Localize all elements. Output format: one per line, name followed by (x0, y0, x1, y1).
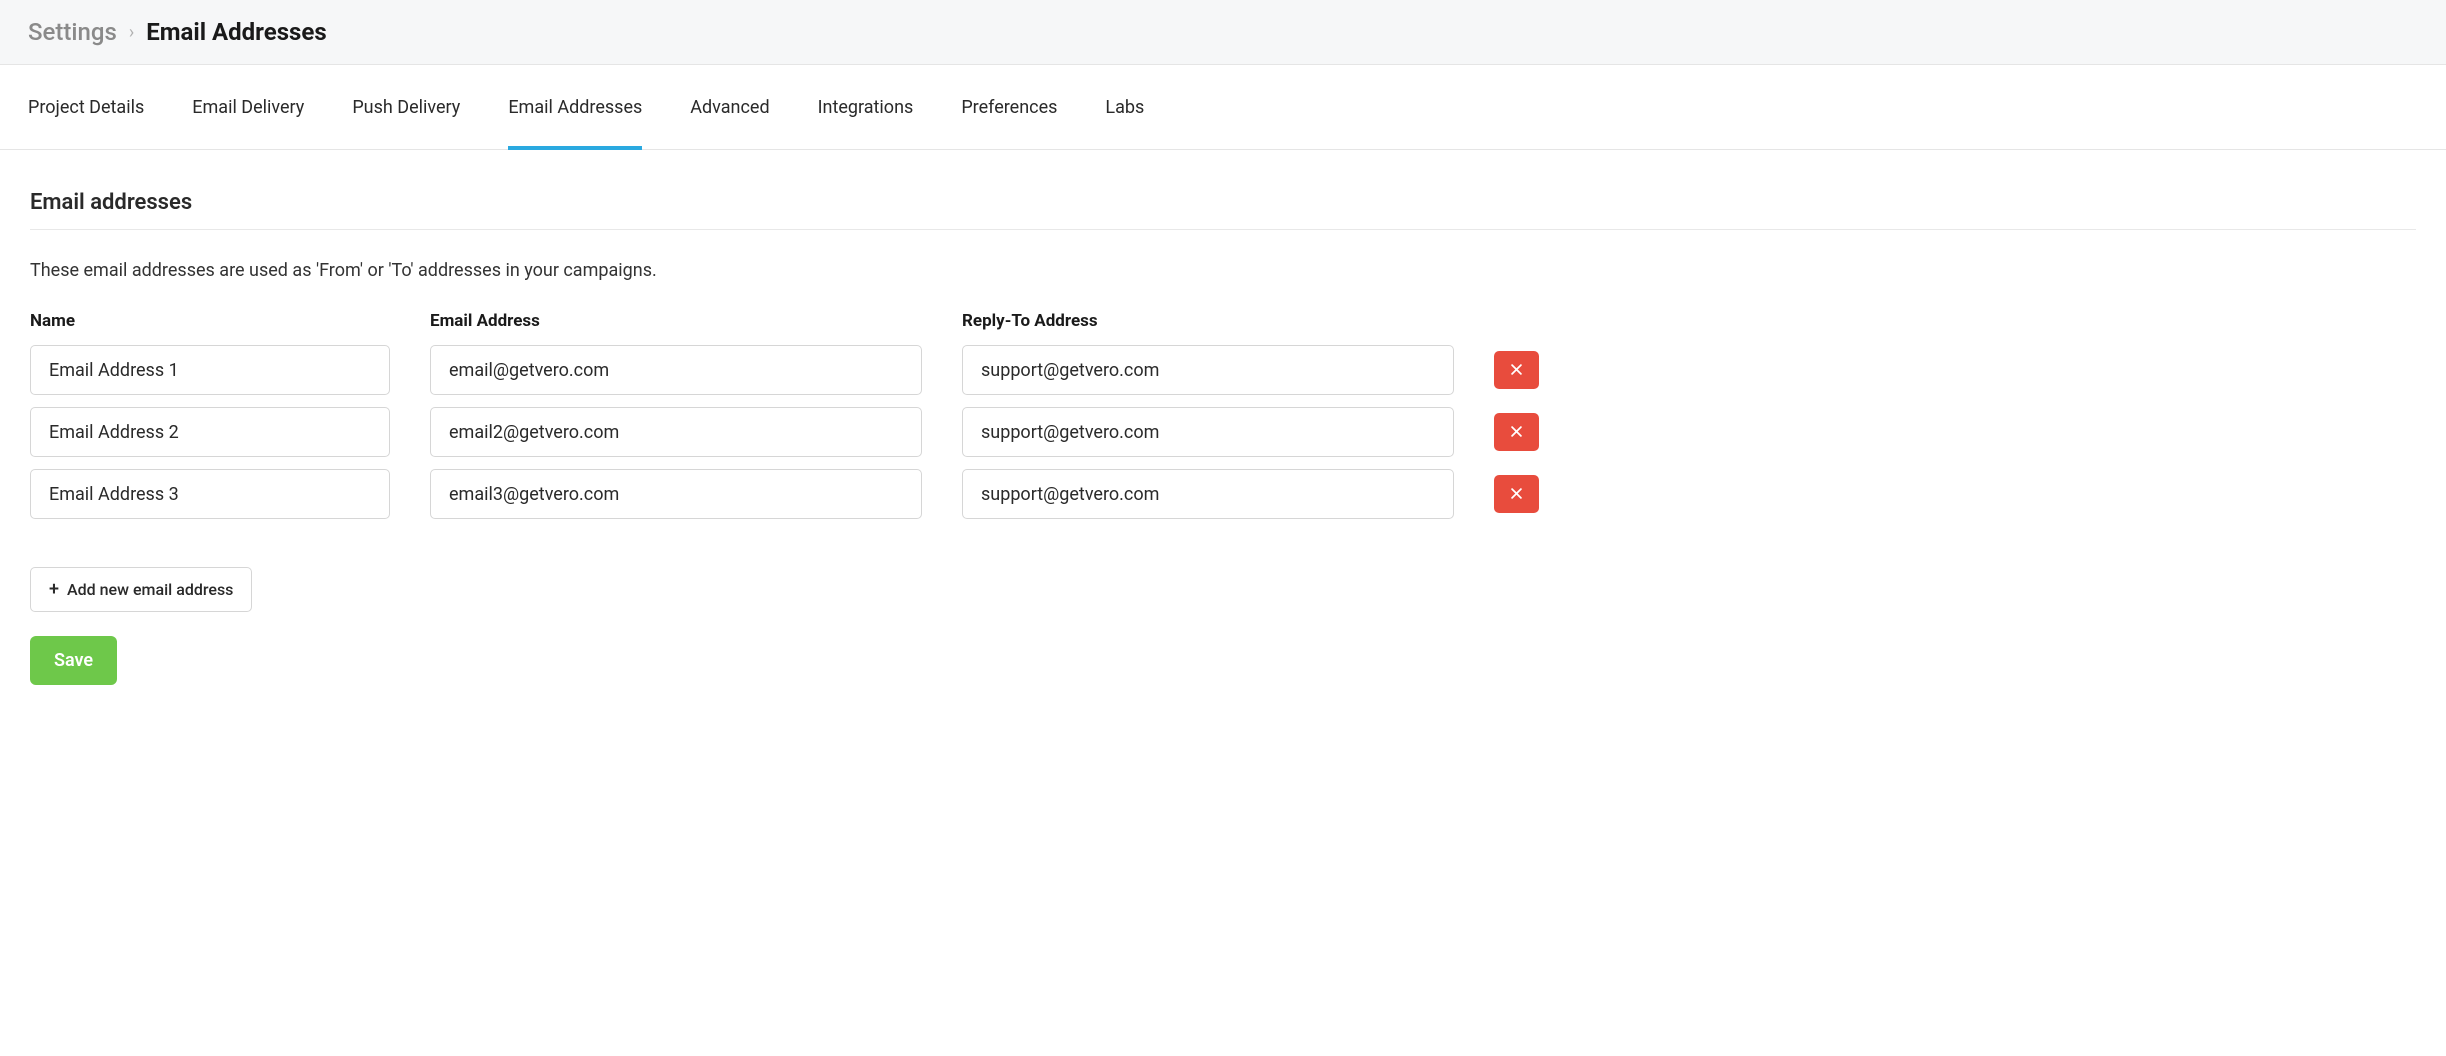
email-row (30, 469, 2416, 519)
add-email-label: Add new email address (67, 580, 233, 599)
email-input[interactable] (430, 469, 922, 519)
column-header-email: Email Address (430, 311, 922, 331)
tab-email-delivery[interactable]: Email Delivery (192, 65, 304, 150)
email-input[interactable] (430, 345, 922, 395)
delete-row-button[interactable] (1494, 413, 1539, 451)
reply-to-input[interactable] (962, 407, 1454, 457)
close-icon (1511, 363, 1522, 378)
tab-integrations[interactable]: Integrations (818, 65, 914, 150)
tab-push-delivery[interactable]: Push Delivery (352, 65, 460, 150)
reply-to-input[interactable] (962, 469, 1454, 519)
table-headers: Name Email Address Reply-To Address (30, 311, 2416, 331)
tab-advanced[interactable]: Advanced (690, 65, 769, 150)
section-description: These email addresses are used as 'From'… (30, 260, 2416, 281)
name-input[interactable] (30, 407, 390, 457)
close-icon (1511, 425, 1522, 440)
email-input[interactable] (430, 407, 922, 457)
delete-row-button[interactable] (1494, 475, 1539, 513)
email-row (30, 407, 2416, 457)
breadcrumb-parent[interactable]: Settings (28, 18, 117, 46)
breadcrumb-current: Email Addresses (146, 18, 326, 46)
tab-labs[interactable]: Labs (1105, 65, 1144, 150)
reply-to-input[interactable] (962, 345, 1454, 395)
tabs-nav: Project Details Email Delivery Push Delive… (0, 65, 2446, 150)
column-header-replyto: Reply-To Address (962, 311, 1454, 331)
plus-icon: + (49, 581, 59, 599)
column-header-name: Name (30, 311, 390, 331)
tab-email-addresses[interactable]: Email Addresses (508, 65, 642, 150)
section-title: Email addresses (30, 190, 2416, 230)
save-button[interactable]: Save (30, 636, 117, 685)
tab-project-details[interactable]: Project Details (28, 65, 144, 150)
breadcrumb: Settings › Email Addresses (0, 0, 2446, 65)
add-email-button[interactable]: + Add new email address (30, 567, 252, 612)
tab-preferences[interactable]: Preferences (961, 65, 1057, 150)
close-icon (1511, 487, 1522, 502)
chevron-right-icon: › (129, 22, 134, 43)
delete-row-button[interactable] (1494, 351, 1539, 389)
name-input[interactable] (30, 345, 390, 395)
email-row (30, 345, 2416, 395)
name-input[interactable] (30, 469, 390, 519)
main-content: Email addresses These email addresses ar… (0, 150, 2446, 725)
